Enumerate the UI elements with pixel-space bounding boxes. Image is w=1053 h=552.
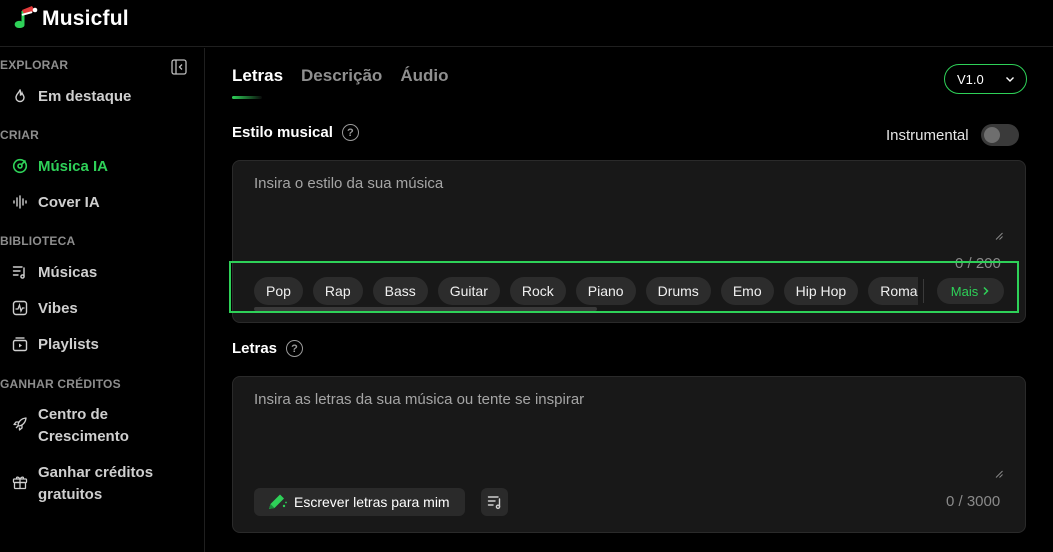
chevron-down-icon <box>1006 77 1014 82</box>
style-label: Estilo musical <box>232 124 333 141</box>
chevron-right-icon <box>983 286 989 296</box>
tab-letras[interactable]: Letras <box>232 66 283 90</box>
mode-tabs: Letras Descrição Áudio <box>232 66 448 90</box>
sidebar-section-ganhar-creditos: GANHAR CRÉDITOS <box>0 377 121 391</box>
sidebar: EXPLORAR Em destaque CRIAR Música IA Cov… <box>0 48 205 552</box>
instrumental-toggle[interactable] <box>980 124 1019 146</box>
pulse-icon <box>12 300 28 316</box>
style-tag[interactable]: Rock <box>509 277 566 305</box>
lyrics-label-row: Letras ? <box>232 340 304 357</box>
music-disc-icon <box>12 158 28 174</box>
musicful-logo-icon <box>14 6 38 28</box>
playlist-icon <box>12 337 28 352</box>
active-tab-indicator <box>232 96 262 99</box>
sidebar-item-label: Playlists <box>38 336 99 353</box>
sidebar-item-label: Ganhar créditos gratuitos <box>38 464 154 503</box>
music-list-icon <box>487 496 500 510</box>
sidebar-item-label: Vibes <box>38 300 78 317</box>
sidebar-item-label: Em destaque <box>38 88 132 105</box>
app-name: Musicful <box>42 7 129 30</box>
tags-scrollbar[interactable] <box>254 307 597 311</box>
style-tag[interactable]: Piano <box>575 277 636 305</box>
style-label-row: Estilo musical ? <box>232 124 359 141</box>
flame-icon <box>15 89 25 103</box>
toggle-knob <box>983 127 1000 143</box>
music-list-icon <box>12 266 25 279</box>
sidebar-item-em-destaque[interactable]: Em destaque <box>12 86 131 108</box>
instrumental-row: Instrumental <box>886 124 1019 146</box>
style-tag[interactable]: Hip Hop <box>783 277 859 305</box>
lyrics-structure-button[interactable] <box>481 488 508 516</box>
sidebar-item-label: Centro de Crescimento <box>38 406 129 445</box>
tags-divider <box>923 279 924 303</box>
style-tag[interactable]: Drums <box>645 277 711 305</box>
lyrics-input[interactable] <box>254 391 1004 473</box>
logo[interactable]: Musicful <box>10 4 129 34</box>
version-value: V1.0 <box>957 71 984 87</box>
resize-handle-icon[interactable] <box>995 232 1003 240</box>
style-tag[interactable]: Rap <box>312 277 363 305</box>
sidebar-item-vibes[interactable]: Vibes <box>12 298 78 320</box>
lyrics-label: Letras <box>232 340 278 357</box>
tab-audio[interactable]: Áudio <box>400 66 448 90</box>
write-lyrics-button[interactable]: Escrever letras para mim <box>254 488 465 516</box>
sidebar-item-label: Cover IA <box>38 194 100 211</box>
write-lyrics-label: Escrever letras para mim <box>294 494 450 510</box>
style-tags: Pop Rap Bass Guitar Rock Piano Drums Emo… <box>254 277 918 305</box>
version-select[interactable]: V1.0 <box>944 64 1027 94</box>
sidebar-item-label: Músicas <box>38 264 98 281</box>
help-icon[interactable]: ? <box>286 340 304 357</box>
more-tags-label: Mais <box>950 283 979 299</box>
lyrics-char-counter: 0 / 3000 <box>946 493 1001 510</box>
sidebar-section-explorar: EXPLORAR <box>0 58 69 72</box>
style-input[interactable] <box>254 175 1004 237</box>
pencil-icon <box>269 494 287 509</box>
waveform-icon <box>13 195 27 209</box>
more-tags-button[interactable]: Mais <box>937 278 1004 304</box>
help-icon[interactable]: ? <box>341 124 359 141</box>
style-tag[interactable]: Romantic <box>868 277 918 305</box>
collapse-sidebar-icon[interactable] <box>171 59 187 75</box>
sidebar-item-ganhar-creditos-gratuitos[interactable]: Ganhar créditos gratuitos <box>12 462 172 506</box>
tab-descricao[interactable]: Descrição <box>301 66 382 90</box>
style-tag[interactable]: Emo <box>720 277 774 305</box>
style-tag[interactable]: Pop <box>254 277 303 305</box>
top-bar: Musicful <box>0 0 1053 47</box>
style-tag[interactable]: Bass <box>372 277 428 305</box>
sidebar-item-cover-ia[interactable]: Cover IA <box>12 192 100 214</box>
sidebar-item-musica-ia[interactable]: Música IA <box>12 156 108 178</box>
sidebar-item-centro-de-crescimento[interactable]: Centro de Crescimento <box>12 404 152 448</box>
sidebar-item-musicas[interactable]: Músicas <box>12 262 97 284</box>
sidebar-item-playlists[interactable]: Playlists <box>12 334 99 356</box>
sidebar-item-label: Música IA <box>38 158 109 175</box>
sidebar-section-biblioteca: BIBLIOTECA <box>0 234 76 248</box>
sidebar-section-criar: CRIAR <box>0 128 39 142</box>
style-tag[interactable]: Guitar <box>437 277 500 305</box>
resize-handle-icon[interactable] <box>995 470 1003 478</box>
instrumental-label: Instrumental <box>886 126 969 144</box>
rocket-icon <box>13 417 27 431</box>
gift-icon <box>12 476 28 490</box>
